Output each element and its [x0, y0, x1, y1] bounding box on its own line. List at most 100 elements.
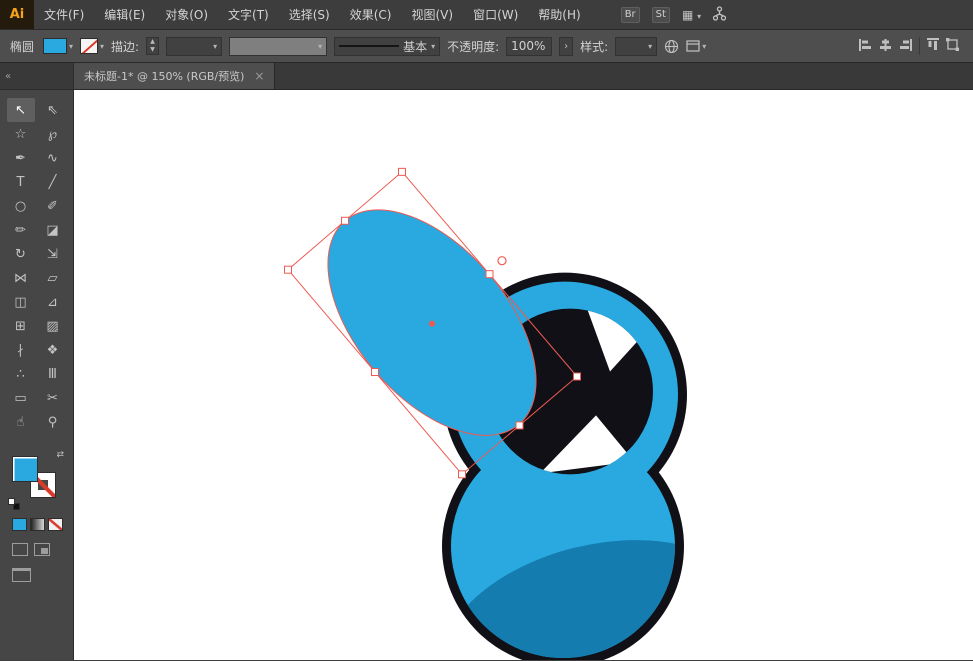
opacity-panel-arrow[interactable]: › — [559, 36, 574, 56]
chevron-down-icon: ▾ — [702, 41, 707, 51]
artwork-svg — [284, 167, 687, 660]
arrange-documents-icon[interactable]: ▾ — [686, 40, 706, 52]
tab-close-icon[interactable]: × — [254, 69, 264, 83]
hand-tool[interactable]: ☝ — [7, 410, 35, 434]
column-graph-tool[interactable]: Ⅲ — [39, 362, 67, 386]
screen-mode-icon[interactable] — [12, 568, 31, 582]
menu-item[interactable]: 对象(O) — [155, 0, 218, 29]
style-select[interactable]: ▾ — [615, 36, 658, 56]
handle-left — [284, 265, 292, 274]
chevron-down-icon: ▾ — [100, 41, 105, 51]
divider — [919, 37, 920, 55]
width-profile-select[interactable]: ▾ — [229, 36, 328, 56]
direct-selection-tool[interactable]: ⇖ — [39, 98, 67, 122]
align-left-icon[interactable] — [859, 38, 872, 54]
lasso-tool[interactable]: ℘ — [39, 122, 67, 146]
slice-tool[interactable]: ✂ — [39, 386, 67, 410]
app-logo[interactable]: Ai — [0, 0, 34, 29]
align-center-icon[interactable] — [879, 38, 892, 54]
menu-item[interactable]: 视图(V) — [401, 0, 463, 29]
artboard-canvas[interactable] — [74, 90, 973, 660]
shape-builder-tool[interactable]: ◫ — [7, 290, 35, 314]
artboard-tool[interactable]: ▭ — [7, 386, 35, 410]
brush-definition-value: 基本 — [403, 39, 428, 54]
curvature-tool[interactable]: ∿ — [39, 146, 67, 170]
paintbrush-tool[interactable]: ✐ — [39, 194, 67, 218]
chevron-down-icon: ▾ — [431, 41, 436, 51]
stepper-up-icon[interactable]: ▲ — [147, 38, 158, 46]
menu-item[interactable]: 文字(T) — [218, 0, 279, 29]
opacity-input[interactable]: 100% — [506, 36, 553, 56]
tools-panel: « ↖ ⇖ ☆ ℘ ✒ ∿ T ╱ ○ ✐ ✏ ◪ ↻ ⇲ ⋈ ▱ ◫ ⊿ ⊞ ▨ ∤ ❖ ∴ Ⅲ ▭ ✂ ☝ ⚲ ⇄ — [0, 63, 74, 660]
type-tool[interactable]: T — [7, 170, 35, 194]
stroke-width-select[interactable]: ▾ — [166, 36, 223, 56]
draw-normal-icon[interactable] — [12, 543, 28, 556]
handle-top-right — [485, 270, 494, 279]
transform-panel-icon[interactable] — [946, 38, 959, 54]
align-top-icon[interactable] — [927, 38, 939, 54]
perspective-grid-tool[interactable]: ⊿ — [39, 290, 67, 314]
paint-buttons — [12, 518, 73, 531]
scale-tool[interactable]: ⇲ — [39, 242, 67, 266]
menu-bar: Ai 文件(F) 编辑(E) 对象(O) 文字(T) 选择(S) 效果(C) 视图(V) 窗口… — [0, 0, 973, 30]
chevron-down-icon: ▾ — [648, 41, 653, 51]
free-transform-tool[interactable]: ▱ — [39, 266, 67, 290]
zoom-tool[interactable]: ⚲ — [39, 410, 67, 434]
document-setup-globe-icon[interactable] — [664, 39, 679, 54]
magic-wand-tool[interactable]: ☆ — [7, 122, 35, 146]
brush-stroke-preview — [339, 45, 400, 47]
handle-top-left — [341, 216, 349, 225]
selection-tool[interactable]: ↖ — [6, 98, 35, 122]
line-segment-tool[interactable]: ╱ — [39, 170, 67, 194]
menu-item[interactable]: 选择(S) — [279, 0, 340, 29]
eraser-tool[interactable]: ◪ — [39, 218, 67, 242]
chevron-down-icon: ▾ — [697, 11, 702, 21]
mesh-tool[interactable]: ⊞ — [7, 314, 35, 338]
document-tab-title: 未标题-1* @ 150% (RGB/预览) — [84, 70, 245, 83]
tools-grid: ↖ ⇖ ☆ ℘ ✒ ∿ T ╱ ○ ✐ ✏ ◪ ↻ ⇲ ⋈ ▱ ◫ ⊿ ⊞ ▨ ∤ ❖ ∴ Ⅲ ▭ ✂ ☝ ⚲ — [0, 90, 73, 434]
symbol-sprayer-tool[interactable]: ∴ — [7, 362, 35, 386]
collapse-panel-icon[interactable]: « — [5, 71, 11, 82]
document-tab[interactable]: 未标题-1* @ 150% (RGB/预览) × — [74, 63, 276, 89]
stroke-color-picker[interactable]: ▾ — [80, 38, 104, 54]
share-icon[interactable] — [712, 5, 727, 24]
handle-bottom — [458, 470, 466, 479]
pencil-tool[interactable]: ✏ — [7, 218, 35, 242]
gradient-tool[interactable]: ▨ — [39, 314, 67, 338]
opacity-label: 不透明度: — [447, 39, 500, 54]
selection-center-point[interactable] — [429, 320, 435, 327]
align-icons-group — [859, 37, 959, 55]
bridge-badge[interactable]: Br — [620, 6, 640, 23]
control-bar: 椭圆 ▾ ▾ 描边: ▲ ▼ ▾ ▾ 基本 ▾ 不透明度: 100% › 样式:… — [0, 30, 973, 63]
rotate-tool[interactable]: ↻ — [7, 242, 35, 266]
menu-item[interactable]: 文件(F) — [34, 0, 94, 29]
fill-indicator[interactable] — [12, 456, 38, 482]
menu-item[interactable]: 帮助(H) — [528, 0, 590, 29]
stroke-width-stepper[interactable]: ▲ ▼ — [146, 37, 160, 55]
width-tool[interactable]: ⋈ — [7, 266, 35, 290]
ellipse-tool[interactable]: ○ — [7, 194, 35, 218]
brush-definition-select[interactable]: 基本 ▾ — [334, 36, 441, 56]
align-right-icon[interactable] — [899, 38, 912, 54]
draw-behind-icon[interactable] — [34, 543, 50, 556]
pen-tool[interactable]: ✒ — [7, 146, 35, 170]
eyedropper-tool[interactable]: ∤ — [7, 338, 35, 362]
menu-item[interactable]: 编辑(E) — [94, 0, 155, 29]
rotate-cursor-icon — [497, 256, 507, 266]
color-button[interactable] — [12, 518, 27, 531]
fill-color-picker[interactable]: ▾ — [43, 38, 73, 54]
workspace-switcher-icon[interactable]: ▦ ▾ — [682, 8, 701, 22]
default-fill-stroke-icon[interactable] — [8, 498, 20, 510]
menu-item[interactable]: 效果(C) — [340, 0, 402, 29]
handle-bottom-right — [515, 421, 524, 430]
stepper-down-icon[interactable]: ▼ — [147, 46, 158, 54]
swap-fill-stroke-icon[interactable]: ⇄ — [56, 450, 64, 460]
drawing-modes — [12, 543, 73, 556]
blend-tool[interactable]: ❖ — [39, 338, 67, 362]
menu-item[interactable]: 窗口(W) — [463, 0, 528, 29]
stock-badge[interactable]: St — [651, 6, 670, 23]
document-tab-bar: 未标题-1* @ 150% (RGB/预览) × — [74, 63, 973, 90]
chevron-down-icon: ▾ — [318, 41, 323, 51]
gradient-button[interactable] — [30, 518, 45, 531]
none-button[interactable] — [48, 518, 63, 531]
